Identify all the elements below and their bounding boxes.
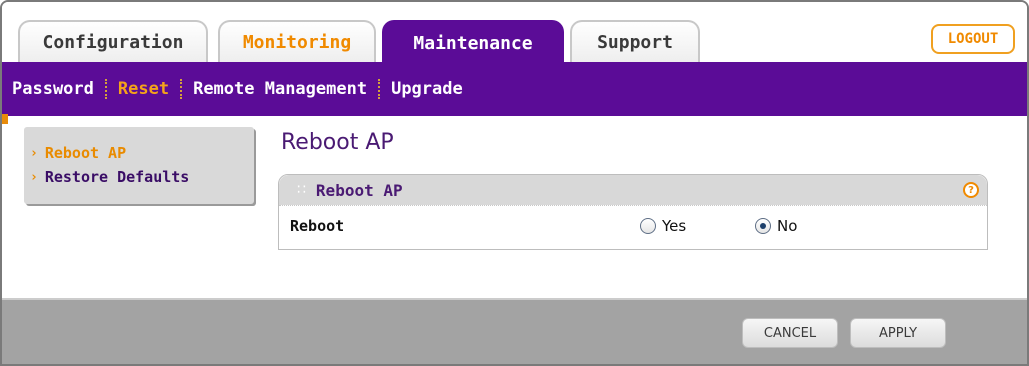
tab-support[interactable]: Support <box>570 20 700 62</box>
radio-yes-label: Yes <box>662 216 687 235</box>
logout-button[interactable]: LOGOUT <box>931 24 1015 54</box>
subnav-item-password[interactable]: Password <box>12 79 94 99</box>
apply-button[interactable]: APPLY <box>850 318 946 348</box>
subnav-separator <box>180 79 183 99</box>
subnav-separator <box>378 79 381 99</box>
chevron-right-icon: › <box>30 169 38 185</box>
chevron-right-icon: › <box>30 145 38 161</box>
reboot-label: Reboot <box>290 216 345 235</box>
subnav-separator <box>104 79 107 99</box>
sub-navigation: Password Reset Remote Management Upgrade <box>2 62 1027 116</box>
cancel-button[interactable]: CANCEL <box>742 318 838 348</box>
left-menu: › Reboot AP › Restore Defaults <box>24 127 254 204</box>
radio-yes[interactable] <box>640 217 656 234</box>
reboot-row: Reboot Yes No <box>279 205 987 245</box>
decorative-edge <box>2 114 8 124</box>
subnav-item-remote-management[interactable]: Remote Management <box>193 79 367 99</box>
section-header: ∷ Reboot AP ? <box>279 175 987 205</box>
left-menu-item-restore-defaults[interactable]: › Restore Defaults <box>24 165 254 189</box>
action-bar: CANCEL APPLY <box>2 298 1027 364</box>
tab-configuration[interactable]: Configuration <box>18 20 208 62</box>
left-menu-item-label: Reboot AP <box>44 144 127 162</box>
help-icon[interactable]: ? <box>963 182 979 198</box>
app-frame: Configuration Monitoring Maintenance Sup… <box>0 0 1029 366</box>
radio-no[interactable] <box>755 217 771 234</box>
reboot-yes-option[interactable]: Yes <box>640 217 686 235</box>
section-title: Reboot AP <box>315 180 403 200</box>
reboot-no-option[interactable]: No <box>755 217 797 235</box>
reboot-ap-section: ∷ Reboot AP ? Reboot Yes No <box>278 174 988 250</box>
grip-icon: ∷ <box>297 182 306 198</box>
page-title: Reboot AP <box>281 130 394 155</box>
radio-no-label: No <box>777 216 798 235</box>
subnav-item-reset[interactable]: Reset <box>118 79 169 99</box>
subnav-item-upgrade[interactable]: Upgrade <box>391 79 463 99</box>
main-tab-bar: Configuration Monitoring Maintenance Sup… <box>2 2 1027 64</box>
left-menu-item-label: Restore Defaults <box>44 168 190 186</box>
tab-maintenance[interactable]: Maintenance <box>382 20 564 64</box>
left-menu-item-reboot-ap[interactable]: › Reboot AP <box>24 141 254 165</box>
tab-monitoring[interactable]: Monitoring <box>218 20 376 62</box>
